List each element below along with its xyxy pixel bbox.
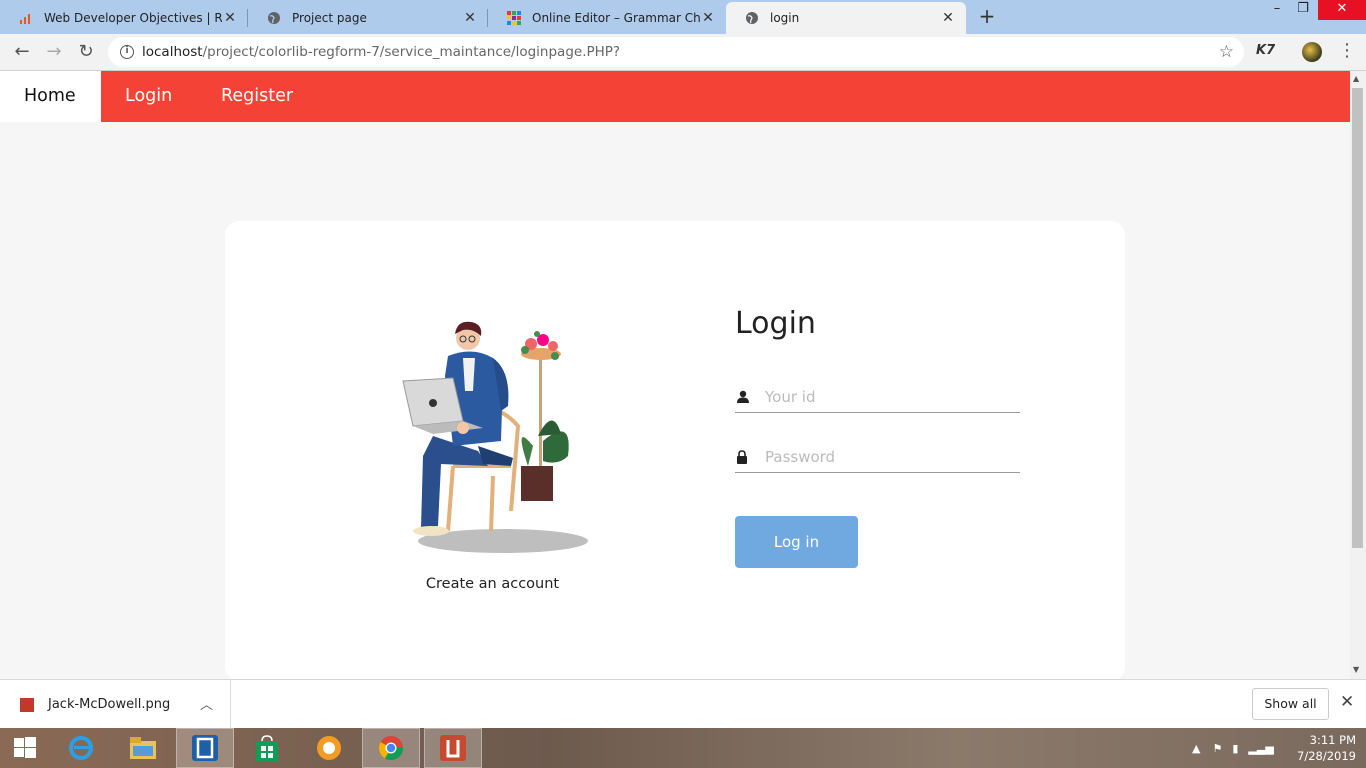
browser-tab-active[interactable]: login ✕: [726, 2, 966, 34]
page-viewport: Home Login Register Create an account Lo…: [0, 71, 1350, 679]
window-close-button[interactable]: ✕: [1318, 0, 1366, 20]
close-icon[interactable]: ✕: [462, 10, 478, 26]
create-account-link[interactable]: Create an account: [405, 576, 580, 592]
scroll-down-icon[interactable]: ▼: [1353, 665, 1359, 674]
image-file-icon: [20, 697, 34, 712]
login-heading: Login: [735, 306, 816, 341]
show-all-button[interactable]: Show all: [1252, 688, 1329, 720]
user-id-input[interactable]: [765, 387, 1015, 406]
nav-login[interactable]: Login: [101, 71, 196, 122]
flag-icon[interactable]: ⚑: [1212, 742, 1222, 755]
network-icon[interactable]: ▂▃▅: [1248, 742, 1273, 755]
internet-explorer-icon[interactable]: [52, 728, 110, 768]
new-tab-button[interactable]: +: [976, 6, 998, 28]
close-icon[interactable]: ✕: [1340, 692, 1354, 712]
tab-title: Web Developer Objectives | Resu: [44, 11, 222, 25]
clock-time: 3:11 PM: [1309, 733, 1356, 747]
system-tray: ▲ ⚑ ▮ ▂▃▅: [1192, 728, 1274, 768]
globe-icon: [266, 10, 282, 26]
chevron-up-icon[interactable]: ▲: [1192, 742, 1200, 755]
uc-browser-icon[interactable]: [300, 728, 358, 768]
bookmark-star-icon[interactable]: ☆: [1219, 42, 1234, 62]
url-host: localhost: [142, 44, 203, 60]
close-icon[interactable]: ✕: [222, 10, 238, 26]
address-bar[interactable]: i localhost/project/colorlib-regform-7/s…: [108, 37, 1244, 67]
globe-icon: [744, 10, 760, 26]
back-arrow-icon[interactable]: ←: [10, 40, 34, 64]
browser-tab-strip: Web Developer Objectives | Resu ✕ Projec…: [0, 0, 1366, 34]
clock-date: 7/28/2019: [1297, 749, 1356, 763]
person-with-laptop-illustration: [402, 321, 588, 553]
info-icon[interactable]: i: [120, 45, 134, 59]
login-card: Create an account Login Log in: [225, 221, 1125, 679]
scroll-up-icon[interactable]: ▲: [1353, 74, 1359, 83]
menu-dots-icon[interactable]: ⋮: [1338, 40, 1356, 61]
url-path: /project/colorlib-regform-7/service_main…: [202, 44, 621, 60]
k7-extension-icon[interactable]: K7: [1256, 43, 1275, 58]
site-navbar: Home Login Register: [0, 71, 1350, 122]
download-file-name: Jack-McDowell.png: [48, 697, 171, 712]
taskbar-clock[interactable]: 3:11 PM 7/28/2019: [1290, 732, 1356, 764]
close-icon[interactable]: ✕: [700, 10, 716, 26]
nav-register[interactable]: Register: [197, 71, 317, 122]
download-shelf: Jack-McDowell.png ︿ Show all ✕: [0, 679, 1366, 729]
password-input[interactable]: [765, 447, 1015, 466]
reload-icon[interactable]: ↻: [74, 40, 98, 64]
page-scrollbar[interactable]: ▲ ▼: [1350, 71, 1366, 679]
store-icon[interactable]: [238, 728, 296, 768]
chevron-up-icon[interactable]: ︿: [200, 694, 213, 713]
restore-button[interactable]: ❐: [1288, 0, 1318, 20]
windows-start-icon[interactable]: [0, 728, 50, 768]
password-field: [735, 441, 1020, 473]
profile-avatar[interactable]: [1302, 42, 1322, 62]
browser-tab[interactable]: Online Editor – Grammar Checke ✕: [488, 2, 726, 34]
taskbar-app-icon[interactable]: [176, 728, 234, 768]
browser-tab[interactable]: Project page ✕: [248, 2, 488, 34]
file-explorer-icon[interactable]: [114, 728, 172, 768]
login-button[interactable]: Log in: [735, 516, 858, 568]
lock-icon: [735, 449, 765, 464]
close-icon[interactable]: ✕: [940, 10, 956, 26]
scroll-thumb[interactable]: [1352, 88, 1363, 548]
download-item[interactable]: Jack-McDowell.png ︿: [0, 680, 231, 729]
person-icon: [735, 390, 765, 403]
tab-title: login: [770, 11, 800, 25]
tab-title: Project page: [292, 11, 367, 25]
taskbar-app-icon[interactable]: [424, 728, 482, 768]
nav-home[interactable]: Home: [0, 71, 101, 122]
battery-icon[interactable]: ▮: [1232, 742, 1238, 755]
forward-arrow-icon[interactable]: →: [42, 40, 66, 64]
chrome-icon[interactable]: [362, 728, 420, 768]
browser-toolbar: ← → ↻ i localhost/project/colorlib-regfo…: [0, 34, 1366, 71]
tab-title: Online Editor – Grammar Checke: [532, 11, 700, 25]
browser-tab[interactable]: Web Developer Objectives | Resu ✕: [0, 2, 248, 34]
user-id-field: [735, 381, 1020, 413]
chart-icon: [18, 10, 34, 26]
windows-taskbar: ▲ ⚑ ▮ ▂▃▅ 3:11 PM 7/28/2019: [0, 728, 1366, 768]
grid-icon: [506, 10, 522, 26]
